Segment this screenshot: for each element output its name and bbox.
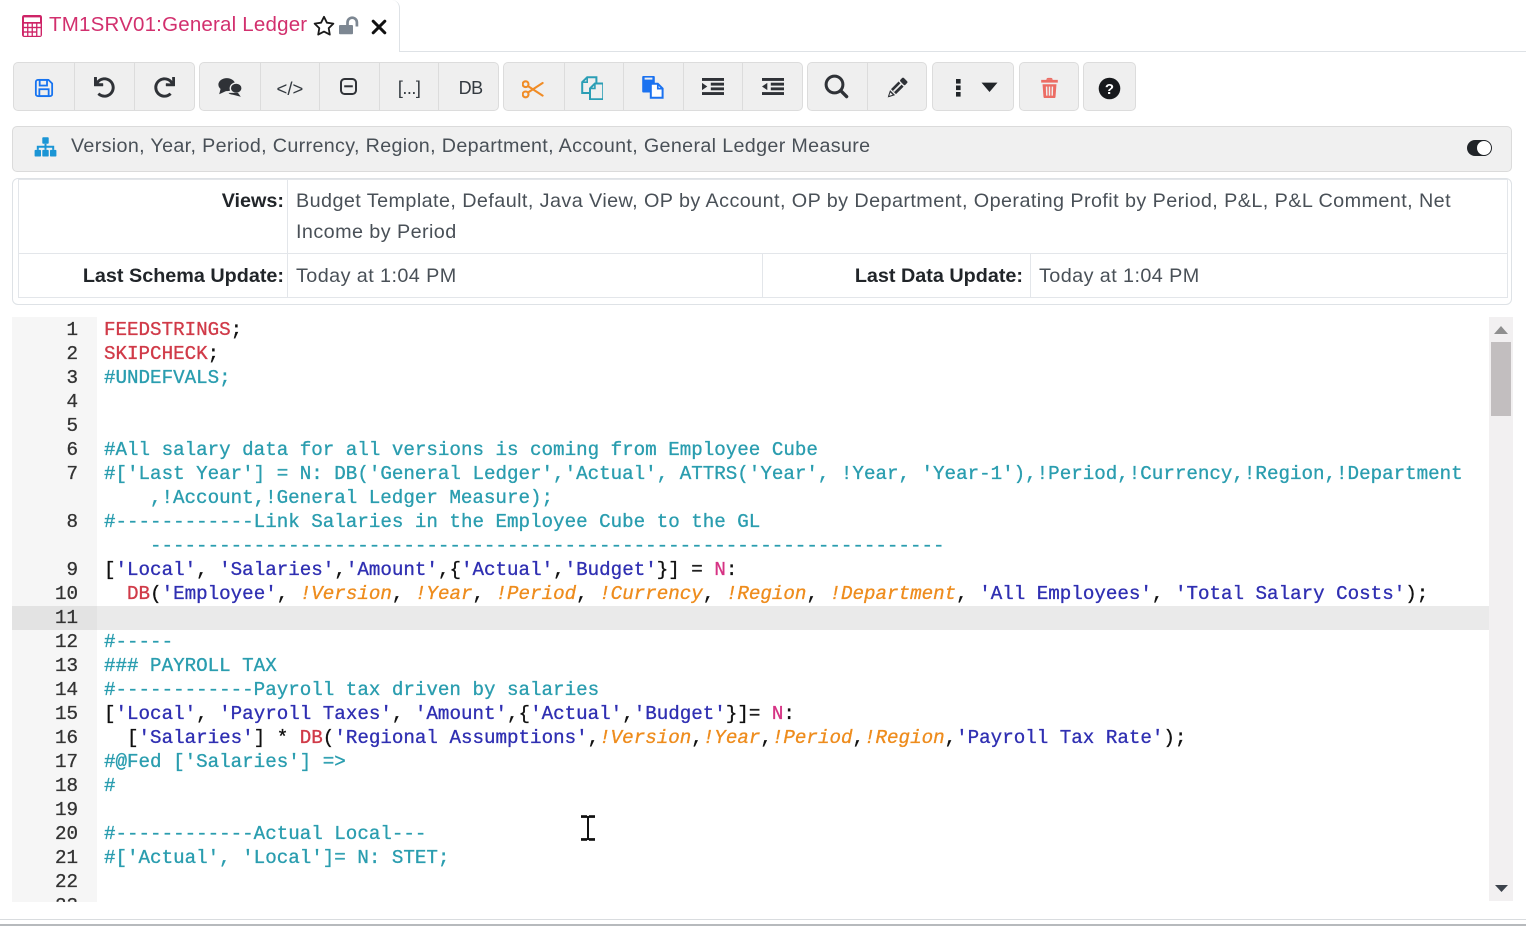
svg-text:?: ? [1105, 80, 1114, 97]
